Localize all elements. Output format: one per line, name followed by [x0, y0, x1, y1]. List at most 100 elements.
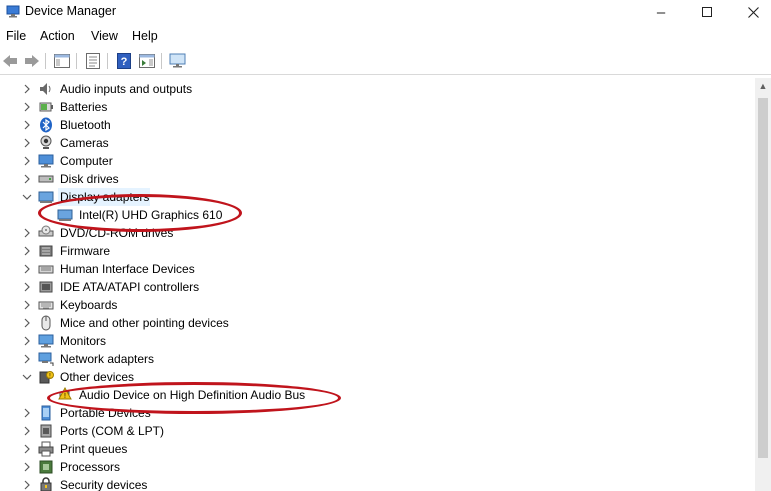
- unknown-device-icon: !: [38, 369, 54, 385]
- window-title: Device Manager: [25, 4, 117, 18]
- chevron-right-icon[interactable]: [20, 352, 34, 366]
- menu-view[interactable]: View: [91, 29, 118, 43]
- device-tree-category[interactable]: Batteries: [0, 98, 755, 116]
- device-tree-category[interactable]: Ports (COM & LPT): [0, 422, 755, 440]
- toolbar-separator: [45, 53, 46, 69]
- svg-text:?: ?: [121, 56, 128, 68]
- device-tree-category[interactable]: Security devices: [0, 476, 755, 491]
- close-icon: [747, 6, 759, 18]
- device-manager-icon: [6, 5, 20, 18]
- device-tree-category[interactable]: ! Other devices: [0, 368, 755, 386]
- chevron-right-icon[interactable]: [20, 172, 34, 186]
- minimize-button[interactable]: –: [638, 0, 684, 24]
- monitor-scan-icon: [169, 53, 186, 68]
- scroll-thumb[interactable]: [758, 98, 768, 458]
- speaker-icon: [38, 81, 54, 97]
- help-icon: ?: [117, 53, 131, 69]
- chevron-down-icon[interactable]: [20, 190, 34, 204]
- help-button[interactable]: ?: [114, 51, 134, 71]
- chevron-right-icon[interactable]: [20, 316, 34, 330]
- chevron-right-icon[interactable]: [20, 262, 34, 276]
- chevron-right-icon[interactable]: [20, 424, 34, 438]
- device-tree-category[interactable]: Monitors: [0, 332, 755, 350]
- menu-bar: File Action View Help: [0, 27, 771, 47]
- device-tree-label: Disk drives: [60, 172, 119, 186]
- properties-button[interactable]: [83, 51, 103, 71]
- device-tree-label: Audio inputs and outputs: [60, 82, 193, 96]
- back-button[interactable]: [0, 51, 20, 71]
- keyboard-icon: [38, 297, 54, 313]
- show-hide-tree-icon: [54, 54, 70, 68]
- computer-icon: [38, 153, 54, 169]
- device-tree-category[interactable]: Bluetooth: [0, 116, 755, 134]
- device-tree[interactable]: Audio inputs and outputs Batteries Bluetoo…: [0, 78, 755, 491]
- device-tree-category[interactable]: Firmware: [0, 242, 755, 260]
- back-icon: [3, 55, 17, 67]
- device-tree-label: Print queues: [60, 442, 128, 456]
- chevron-right-icon[interactable]: [20, 100, 34, 114]
- chevron-right-icon[interactable]: [20, 478, 34, 491]
- chevron-right-icon[interactable]: [20, 442, 34, 456]
- toolbar-separator: [107, 53, 108, 69]
- device-tree-category[interactable]: Disk drives: [0, 170, 755, 188]
- firmware-icon: [38, 243, 54, 259]
- device-tree-category[interactable]: Processors: [0, 458, 755, 476]
- chevron-right-icon[interactable]: [20, 406, 34, 420]
- toolbar-divider: [0, 74, 771, 75]
- chevron-right-icon[interactable]: [20, 298, 34, 312]
- forward-icon: [25, 55, 39, 67]
- chevron-right-icon[interactable]: [20, 334, 34, 348]
- menu-help[interactable]: Help: [132, 29, 158, 43]
- device-tree-category[interactable]: Computer: [0, 152, 755, 170]
- action-pane-button[interactable]: [137, 51, 157, 71]
- device-tree-category[interactable]: Keyboards: [0, 296, 755, 314]
- toolbar: ?: [0, 50, 771, 72]
- printer-icon: [38, 441, 54, 457]
- mouse-icon: [38, 315, 54, 331]
- device-tree-label: Keyboards: [60, 298, 118, 312]
- title-bar: Device Manager –: [0, 0, 771, 24]
- forward-button[interactable]: [22, 51, 42, 71]
- minimize-icon: –: [656, 3, 666, 21]
- security-icon: [38, 477, 54, 491]
- device-tree-label: Network adapters: [60, 352, 155, 366]
- chevron-right-icon[interactable]: [20, 136, 34, 150]
- device-tree-category[interactable]: Cameras: [0, 134, 755, 152]
- device-tree-category[interactable]: IDE ATA/ATAPI controllers: [0, 278, 755, 296]
- annotation-ellipse-display-adapter: [38, 194, 242, 232]
- scroll-up-arrow-icon[interactable]: ▲: [755, 78, 771, 94]
- toolbar-separator: [76, 53, 77, 69]
- menu-action[interactable]: Action: [40, 29, 75, 43]
- port-icon: [38, 423, 54, 439]
- properties-icon: [86, 53, 100, 69]
- chevron-right-icon[interactable]: [20, 244, 34, 258]
- device-tree-category[interactable]: Human Interface Devices: [0, 260, 755, 278]
- close-button[interactable]: [730, 0, 771, 24]
- maximize-icon: [702, 7, 712, 17]
- device-tree-category[interactable]: Print queues: [0, 440, 755, 458]
- show-hide-tree-button[interactable]: [52, 51, 72, 71]
- chevron-right-icon[interactable]: [20, 154, 34, 168]
- chevron-right-icon[interactable]: [20, 460, 34, 474]
- chevron-right-icon[interactable]: [20, 82, 34, 96]
- chevron-right-icon[interactable]: [20, 118, 34, 132]
- menu-file[interactable]: File: [6, 29, 26, 43]
- device-tree-label: IDE ATA/ATAPI controllers: [60, 280, 200, 294]
- chevron-right-icon[interactable]: [20, 280, 34, 294]
- device-tree-category[interactable]: Mice and other pointing devices: [0, 314, 755, 332]
- chevron-right-icon[interactable]: [20, 226, 34, 240]
- bluetooth-icon: [38, 117, 54, 133]
- device-tree-label: Security devices: [60, 478, 148, 491]
- device-tree-label: Ports (COM & LPT): [60, 424, 165, 438]
- ide-icon: [38, 279, 54, 295]
- vertical-scrollbar[interactable]: ▲: [755, 78, 771, 491]
- device-tree-category[interactable]: Audio inputs and outputs: [0, 80, 755, 98]
- device-tree-category[interactable]: Network adapters: [0, 350, 755, 368]
- maximize-button[interactable]: [684, 0, 730, 24]
- processor-icon: [38, 459, 54, 475]
- chevron-down-icon[interactable]: [20, 370, 34, 384]
- device-tree-label: Monitors: [60, 334, 107, 348]
- device-tree-label: Processors: [60, 460, 121, 474]
- network-icon: [38, 351, 54, 367]
- scan-hardware-button[interactable]: [168, 51, 188, 71]
